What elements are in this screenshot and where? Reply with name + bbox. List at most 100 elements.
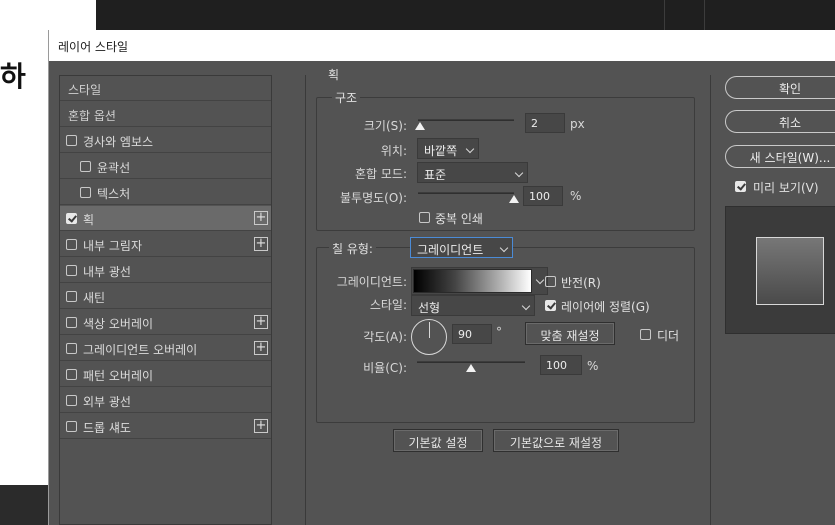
reverse-label: 반전(R) [561, 276, 601, 290]
style-list-checkbox[interactable] [66, 291, 77, 302]
reverse-checkbox[interactable] [545, 276, 556, 287]
style-preview [725, 206, 835, 334]
style-list-checkbox[interactable] [66, 421, 77, 432]
style-list-label: 혼합 옵션 [68, 109, 116, 123]
angle-input[interactable]: 90 [452, 324, 492, 344]
panel-slot [704, 0, 744, 30]
opacity-slider-track[interactable] [418, 192, 519, 203]
preview-swatch [756, 237, 824, 305]
blend-mode-label: 혼합 모드: [354, 167, 407, 181]
opacity-unit: % [570, 189, 582, 203]
ok-button[interactable]: 확인 [725, 76, 835, 99]
size-slider-thumb[interactable] [414, 122, 425, 130]
style-list-item[interactable]: 내부 그림자 + [60, 232, 271, 257]
style-list-label: 색상 오버레이 [83, 317, 154, 331]
style-list-item[interactable]: 드롭 섀도 + [60, 414, 271, 439]
reset-alignment-button[interactable]: 맞춤 재설정 [525, 322, 615, 345]
style-list-checkbox[interactable] [66, 369, 77, 380]
style-list-label: 새틴 [83, 291, 106, 305]
align-with-layer-label: 레이어에 정렬(G) [561, 300, 650, 314]
style-list-checkbox[interactable] [66, 213, 77, 224]
style-list-label: 그레이디언트 오버레이 [83, 343, 198, 357]
style-list-item[interactable]: 외부 광선 [60, 388, 271, 413]
chevron-down-icon [535, 275, 545, 285]
scale-unit: % [587, 359, 599, 373]
chevron-down-icon [514, 168, 524, 178]
gradient-swatch[interactable] [413, 269, 532, 293]
fill-type-select[interactable]: 그레이디언트 [410, 237, 513, 258]
blend-mode-select[interactable]: 표준 [417, 162, 528, 183]
style-list-item[interactable]: 획 + [60, 206, 271, 231]
fill-type-value: 그레이디언트 [417, 243, 484, 257]
scale-slider-thumb[interactable] [466, 364, 476, 372]
overprint-checkbox[interactable] [419, 212, 430, 223]
make-default-button[interactable]: 기본값 설정 [393, 429, 483, 452]
position-label: 위치: [380, 144, 407, 158]
style-list-label: 경사와 엠보스 [83, 135, 154, 149]
position-select[interactable]: 바깥쪽 [417, 138, 479, 159]
angle-label: 각도(A): [363, 330, 407, 344]
chevron-down-icon [521, 301, 531, 311]
blend-mode-value: 표준 [424, 168, 447, 182]
style-list-label: 획 [83, 213, 95, 227]
dither-checkbox[interactable] [640, 329, 651, 340]
add-effect-icon[interactable]: + [254, 211, 268, 225]
style-list-checkbox[interactable] [66, 135, 77, 146]
angle-dial[interactable] [411, 319, 447, 355]
add-effect-icon[interactable]: + [254, 419, 268, 433]
opacity-input[interactable]: 100 [523, 186, 563, 206]
style-list-item[interactable]: 내부 광선 [60, 258, 271, 283]
style-list-item[interactable]: 윤곽선 [60, 154, 271, 179]
overprint-label: 중복 인쇄 [435, 212, 483, 226]
preview-checkbox[interactable] [735, 181, 746, 192]
add-effect-icon[interactable]: + [254, 237, 268, 251]
add-effect-icon[interactable]: + [254, 341, 268, 355]
angle-unit: ° [496, 325, 502, 339]
new-style-button[interactable]: 새 스타일(W)... [725, 145, 835, 168]
style-list-item[interactable]: 경사와 엠보스 [60, 128, 271, 153]
style-list-item[interactable]: 스타일 [60, 76, 271, 101]
cancel-button[interactable]: 취소 [725, 110, 835, 133]
style-list-item[interactable]: 새틴 [60, 284, 271, 309]
dialog-title: 레이어 스타일 [49, 30, 835, 61]
style-list-checkbox[interactable] [80, 187, 91, 198]
style-list-checkbox[interactable] [66, 239, 77, 250]
panel-slot [664, 0, 704, 30]
add-effect-icon[interactable]: + [254, 315, 268, 329]
reset-to-default-button[interactable]: 기본값으로 재설정 [493, 429, 619, 452]
style-list-checkbox[interactable] [80, 161, 91, 172]
style-list-item[interactable]: 패턴 오버레이 [60, 362, 271, 387]
size-unit: px [570, 117, 585, 131]
angle-dial-hand [429, 322, 430, 338]
style-list-checkbox[interactable] [66, 343, 77, 354]
style-list-item[interactable]: 그레이디언트 오버레이 + [60, 336, 271, 361]
size-slider-track[interactable] [414, 119, 514, 130]
stroke-section-title: 획 [325, 66, 343, 83]
style-list-label: 외부 광선 [83, 395, 131, 409]
gradient-label: 그레이디언트: [336, 275, 407, 289]
dither-label: 디더 [657, 329, 680, 343]
gradient-style-value: 선형 [418, 301, 441, 315]
style-list-checkbox[interactable] [66, 395, 77, 406]
style-list-item[interactable]: 색상 오버레이 + [60, 310, 271, 335]
scale-slider-track[interactable] [417, 361, 525, 372]
style-list-checkbox[interactable] [66, 265, 77, 276]
style-list-label: 텍스처 [97, 187, 131, 201]
gradient-style-select[interactable]: 선형 [411, 295, 535, 316]
canvas-text-glyph: 하 [0, 60, 26, 93]
structure-title: 구조 [332, 89, 361, 106]
chevron-down-icon [499, 243, 509, 253]
opacity-slider-thumb[interactable] [509, 195, 519, 203]
scale-input[interactable]: 100 [540, 355, 582, 375]
size-input[interactable]: 2 [525, 113, 565, 133]
style-list-item[interactable]: 텍스처 [60, 180, 271, 205]
align-with-layer-checkbox[interactable] [545, 300, 556, 311]
position-value: 바깥쪽 [424, 144, 458, 158]
style-list: 스타일 혼합 옵션 경사와 엠보스 윤곽선 텍스처 획 + 내부 그림자 + 내부 광선 새틴 색상 … [59, 75, 272, 525]
style-list-item[interactable]: 혼합 옵션 [60, 102, 271, 127]
fill-type-label: 칠 유형: [329, 240, 376, 257]
style-list-label: 스타일 [68, 83, 102, 97]
style-list-checkbox[interactable] [66, 317, 77, 328]
style-list-label: 패턴 오버레이 [83, 369, 154, 383]
size-label: 크기(S): [363, 119, 407, 133]
